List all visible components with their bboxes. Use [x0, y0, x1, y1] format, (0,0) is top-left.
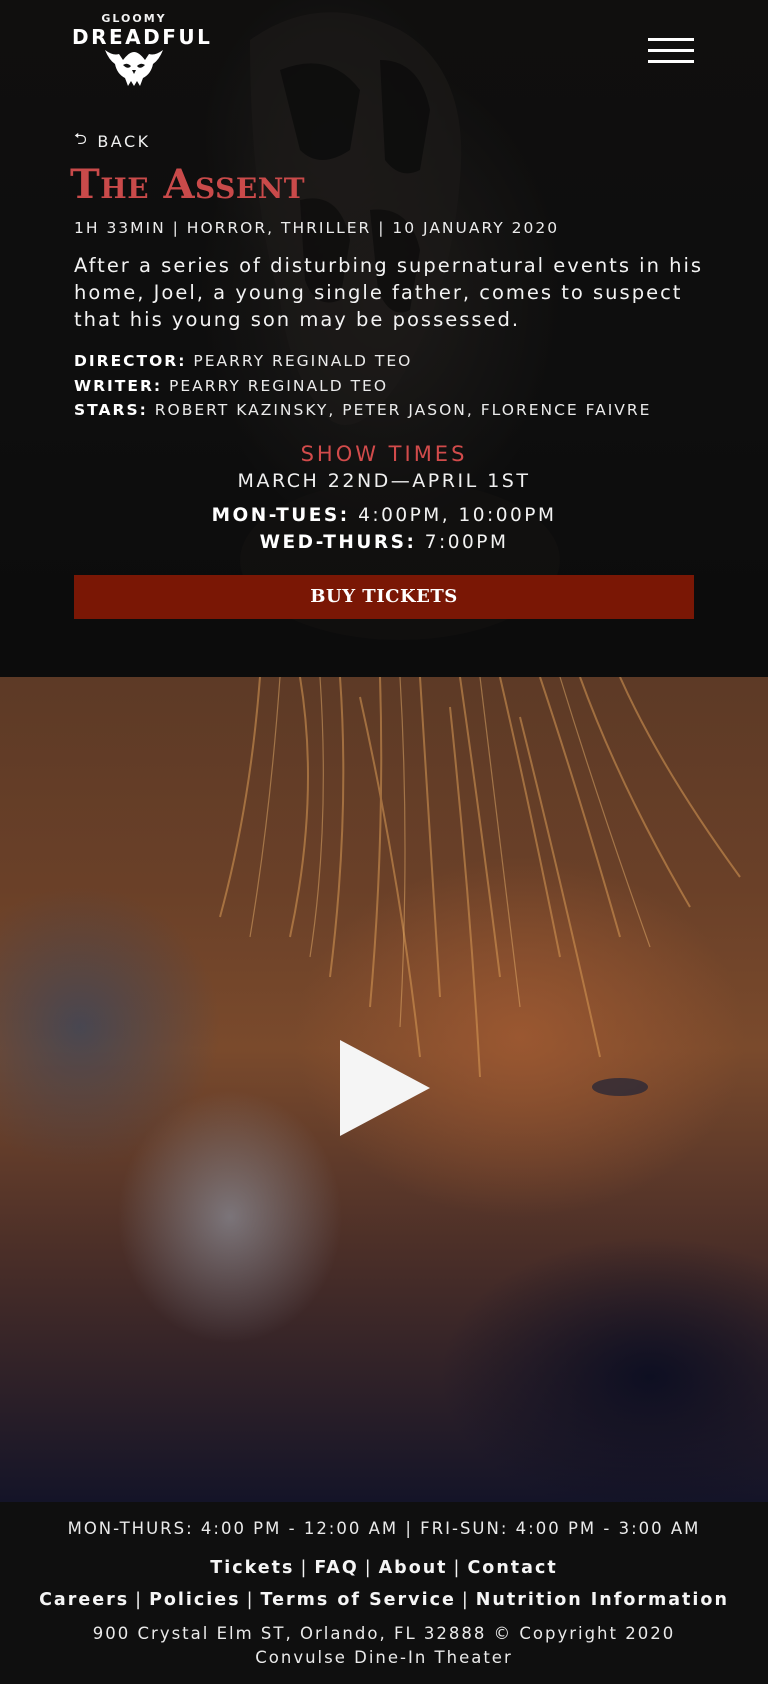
footer-nav-secondary: Careers | Policies | Terms of Service | Nutrit…	[0, 1586, 768, 1614]
credit-director: DIRECTOR: PEARRY REGINALD TEO	[74, 349, 714, 374]
showtime-row: WED-THURS: 7:00PM	[0, 529, 768, 556]
footer-nav-primary: Tickets | FAQ | About | Contact	[0, 1554, 768, 1582]
movie-hero: GLOOMY DREADFUL ⮌ BACK The Assent 1H 33M…	[0, 0, 768, 677]
credit-value: PEARRY REGINALD TEO	[193, 352, 413, 370]
trailer-video[interactable]	[0, 677, 768, 1502]
footer-link-tickets[interactable]: Tickets	[210, 1558, 294, 1578]
menu-button[interactable]	[648, 38, 694, 64]
footer-link-nutrition[interactable]: Nutrition Information	[476, 1590, 729, 1610]
footer-separator: |	[453, 1558, 462, 1578]
showtime-times: 4:00PM, 10:00PM	[358, 505, 557, 526]
address-line: 900 Crystal Elm ST, Orlando, FL 32888 © …	[92, 1624, 676, 1643]
logo-main-text: DREADFUL	[72, 25, 213, 49]
footer-separator: |	[300, 1558, 309, 1578]
showtimes-heading: SHOW TIMES	[300, 442, 468, 466]
credit-label: WRITER:	[74, 376, 163, 395]
buy-tickets-button[interactable]: BUY TICKETS	[74, 575, 694, 619]
page: GLOOMY DREADFUL ⮌ BACK The Assent 1H 33M…	[0, 0, 768, 1684]
credit-writer: WRITER: PEARRY REGINALD TEO	[74, 374, 714, 399]
credit-label: DIRECTOR:	[74, 352, 187, 370]
skull-icon	[105, 50, 163, 86]
logo-top-text: GLOOMY	[101, 12, 167, 25]
movie-synopsis: After a series of disturbing supernatura…	[74, 254, 704, 331]
back-arrow-icon: ⮌	[74, 128, 90, 148]
site-logo[interactable]: GLOOMY DREADFUL	[72, 12, 213, 88]
theater-name: Convulse Dine-In Theater	[255, 1648, 513, 1667]
credit-value: PEARRY REGINALD TEO	[169, 376, 389, 395]
credit-stars: STARS: ROBERT KAZINSKY, PETER JASON, FLO…	[74, 398, 714, 423]
showtime-row: MON-TUES: 4:00PM, 10:00PM	[0, 502, 768, 529]
movie-title: The Assent	[70, 161, 306, 208]
play-icon[interactable]	[340, 1040, 430, 1136]
back-link[interactable]: ⮌ BACK	[74, 129, 151, 153]
back-label: BACK	[97, 131, 151, 151]
credit-label: STARS:	[74, 401, 148, 419]
footer-link-faq[interactable]: FAQ	[314, 1558, 358, 1578]
showtime-days: WED-THURS:	[259, 532, 417, 553]
footer-address: 900 Crystal Elm ST, Orlando, FL 32888 © …	[0, 1622, 768, 1670]
showtimes-dates: MARCH 22ND—APRIL 1ST	[237, 470, 531, 492]
footer-hours: MON-THURS: 4:00 PM - 12:00 AM | FRI-SUN:…	[67, 1519, 701, 1538]
footer-separator: |	[364, 1558, 373, 1578]
site-footer: MON-THURS: 4:00 PM - 12:00 AM | FRI-SUN:…	[0, 1502, 768, 1684]
footer-separator: |	[461, 1590, 470, 1610]
movie-meta: 1H 33MIN | HORROR, THRILLER | 10 JANUARY…	[74, 219, 560, 237]
footer-link-contact[interactable]: Contact	[467, 1558, 557, 1578]
footer-link-careers[interactable]: Careers	[39, 1590, 129, 1610]
footer-link-terms[interactable]: Terms of Service	[260, 1590, 455, 1610]
credit-value: ROBERT KAZINSKY, PETER JASON, FLORENCE F…	[154, 401, 652, 419]
showtime-times: 7:00PM	[424, 532, 509, 553]
showtime-days: MON-TUES:	[211, 505, 350, 526]
footer-separator: |	[135, 1590, 144, 1610]
footer-separator: |	[246, 1590, 255, 1610]
footer-link-about[interactable]: About	[379, 1558, 448, 1578]
footer-link-policies[interactable]: Policies	[149, 1590, 241, 1610]
showtimes: SHOW TIMES MARCH 22ND—APRIL 1ST MON-TUES…	[0, 440, 768, 556]
movie-credits: DIRECTOR: PEARRY REGINALD TEO WRITER: PE…	[74, 349, 714, 423]
